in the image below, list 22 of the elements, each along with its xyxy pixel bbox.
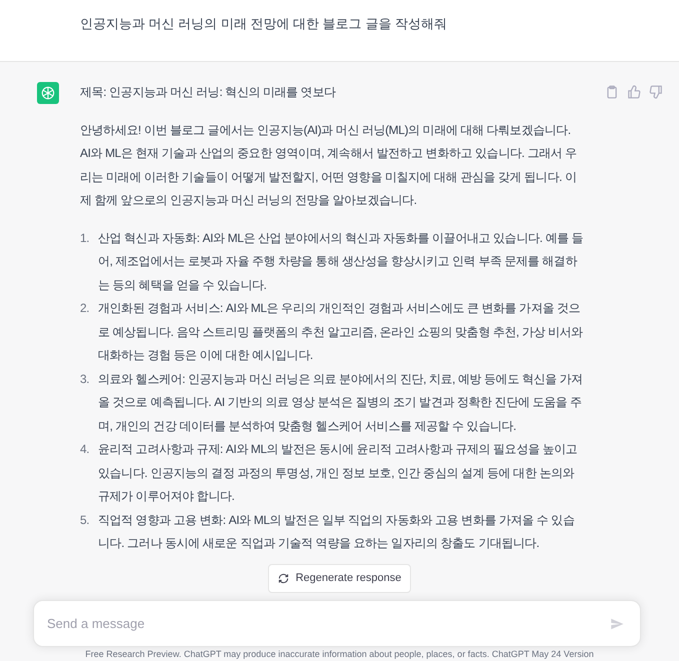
list-number: 1. bbox=[80, 230, 90, 246]
message-input[interactable]: Send a message bbox=[33, 600, 641, 647]
list-number: 2. bbox=[80, 300, 90, 317]
copy-icon[interactable] bbox=[605, 85, 619, 99]
response-paragraph: 안녕하세요! 이번 블로그 글에서는 인공지능(AI)과 머신 러닝(ML)의 미래에 대해 다뤄보겠습니다. AI와 ML은 현재 기술과 산업의 중요한 영역이며, 계속해서 발전하고 변화하고 있습니다. 그래서 우리는 미래에 이러한 기술들이 어떻게 발전할지, 어떤 영향을 미칠지에 대해 관심을 갖게 됩니다. 이제 함께 앞으로의 인공지능과 머신 러닝의 전망을 알아보겠습니다. bbox=[80, 122, 578, 209]
thumbs-down-icon[interactable] bbox=[649, 85, 663, 99]
thumbs-up-icon[interactable] bbox=[627, 85, 641, 99]
user-message: 인공지능과 머신 러닝의 미래 전망에 대한 블로그 글을 작성해줘 bbox=[80, 15, 448, 33]
list-item-text: 직업적 영향과 고용 변화: AI와 ML의 발전은 일부 직업의 자동화와 고용 변화를 가져올 수 있습니다. 그러나 동시에 새로운 직업과 기술적 역량을 요하는 일자리의 창출도 기대됩니다. bbox=[98, 512, 576, 552]
list-number: 4. bbox=[80, 441, 90, 458]
list-number: 5. bbox=[80, 512, 90, 528]
refresh-icon bbox=[278, 573, 289, 584]
list-item-text: 개인화된 경험과 서비스: AI와 ML은 우리의 개인적인 경험과 서비스에도 큰 변화를 가져올 것으로 예상됩니다. 음악 스트리밍 플랫폼의 추천 알고리즘, 온라인 쇼핑의 맞춤형 추천, 가상 비서와 대화하는 경험 등은 이에 대한 예시입니다. bbox=[98, 300, 584, 364]
list-item-text: 윤리적 고려사항과 규제: AI와 ML의 발전은 동시에 윤리적 고려사항과 규제의 필요성을 높이고 있습니다. 인공지능의 결정 과정의 투명성, 개인 정보 보호, 인간 중심의 설계 등에 대한 논의와 규제가 이루어져야 합니다. bbox=[98, 441, 578, 505]
list-item-text: 산업 혁신과 자동화: AI와 ML은 산업 분야에서의 혁신과 자동화를 이끌어내고 있습니다. 예를 들어, 제조업에서는 로봇과 자율 주행 차량을 통해 생산성을 향상시키고 인력 부족 문제를 해결하는 등의 혜택을 얻을 수 있습니다. bbox=[98, 230, 584, 294]
assistant-avatar-icon bbox=[37, 82, 59, 104]
footer-disclaimer: Free Research Preview. ChatGPT may produce inaccurate information about people, places, or facts. ChatGPT May 24 Version bbox=[84, 649, 595, 660]
list-item-text: 의료와 헬스케어: 인공지능과 머신 러닝은 의료 분야에서의 진단, 치료, 예방 등에도 혁신을 가져올 것으로 예측됩니다. AI 기반의 의료 영상 분석은 질병의 조기 발견과 정확한 진단에 도움을 주며, 개인의 건강 데이터를 분석하여 맞춤형 헬스케어 서비스를 제공할 수 있습니다. bbox=[98, 370, 584, 434]
response-title: 제목: 인공지능과 머신 러닝: 혁신의 미래를 엿보다 bbox=[80, 84, 337, 101]
list-number: 3. bbox=[80, 370, 90, 388]
send-icon[interactable] bbox=[610, 617, 624, 631]
regenerate-button[interactable]: Regenerate response bbox=[268, 564, 412, 593]
